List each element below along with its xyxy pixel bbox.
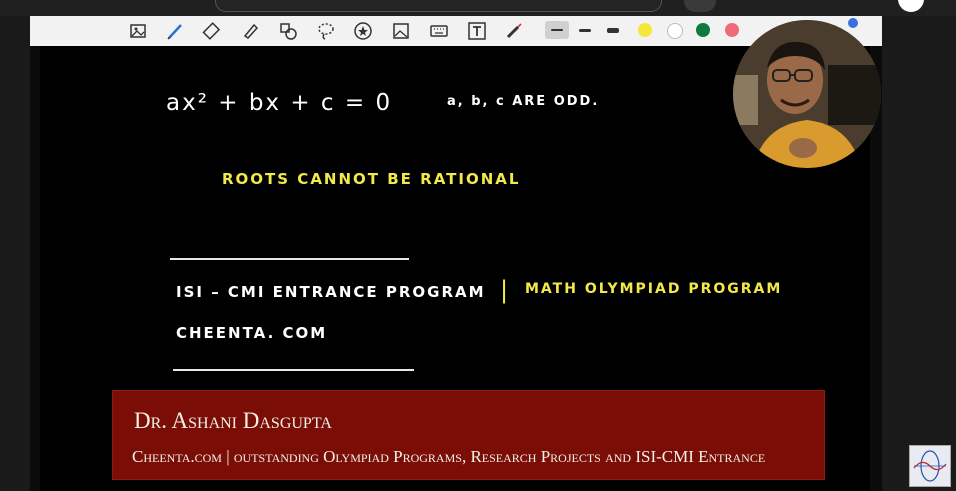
image-icon[interactable] <box>127 19 151 43</box>
color-yellow[interactable] <box>638 23 652 37</box>
presenter-webcam <box>733 20 881 168</box>
program-left-text: ISI – CMI ENTRANCE PROGRAM <box>176 283 486 301</box>
statement-text: ROOTS CANNOT BE RATIONAL <box>222 170 521 188</box>
banner-tagline: Cheenta.com | outstanding Olympiad Progr… <box>132 447 766 466</box>
line-width-medium[interactable] <box>573 21 597 39</box>
text-icon[interactable] <box>465 19 489 43</box>
keyboard-icon[interactable] <box>427 19 451 43</box>
star-icon[interactable] <box>351 19 375 43</box>
shapes-icon[interactable] <box>276 19 300 43</box>
program-right-text: MATH OLYMPIAD PROGRAM <box>525 281 783 297</box>
line-width-thick[interactable] <box>601 21 625 39</box>
lasso-icon[interactable] <box>314 19 338 43</box>
insert-image-icon[interactable] <box>389 19 413 43</box>
condition-text: a, b, c ARE ODD. <box>447 94 600 109</box>
address-bar[interactable] <box>215 0 662 12</box>
channel-watermark-logo[interactable] <box>909 445 951 487</box>
separator-text: | <box>500 276 511 304</box>
equation-text: ax² + bx + c = 0 <box>166 90 393 116</box>
color-white[interactable] <box>667 23 683 39</box>
presenter-name: Dr. Ashani Dasgupta <box>134 408 332 433</box>
pen-icon[interactable] <box>163 19 187 43</box>
presenter-image <box>733 20 881 168</box>
eraser-icon[interactable] <box>200 19 224 43</box>
laser-icon[interactable] <box>502 19 526 43</box>
bottom-divider <box>173 369 414 371</box>
highlighter-icon[interactable] <box>238 19 262 43</box>
top-divider <box>170 258 409 260</box>
color-pink[interactable] <box>725 23 739 37</box>
website-text: CHEENTA. COM <box>176 324 328 342</box>
color-blue[interactable] <box>848 18 858 28</box>
lower-third-banner: Dr. Ashani Dasgupta Cheenta.com | outsta… <box>112 390 825 480</box>
color-green[interactable] <box>696 23 710 37</box>
line-width-thin[interactable] <box>545 21 569 39</box>
